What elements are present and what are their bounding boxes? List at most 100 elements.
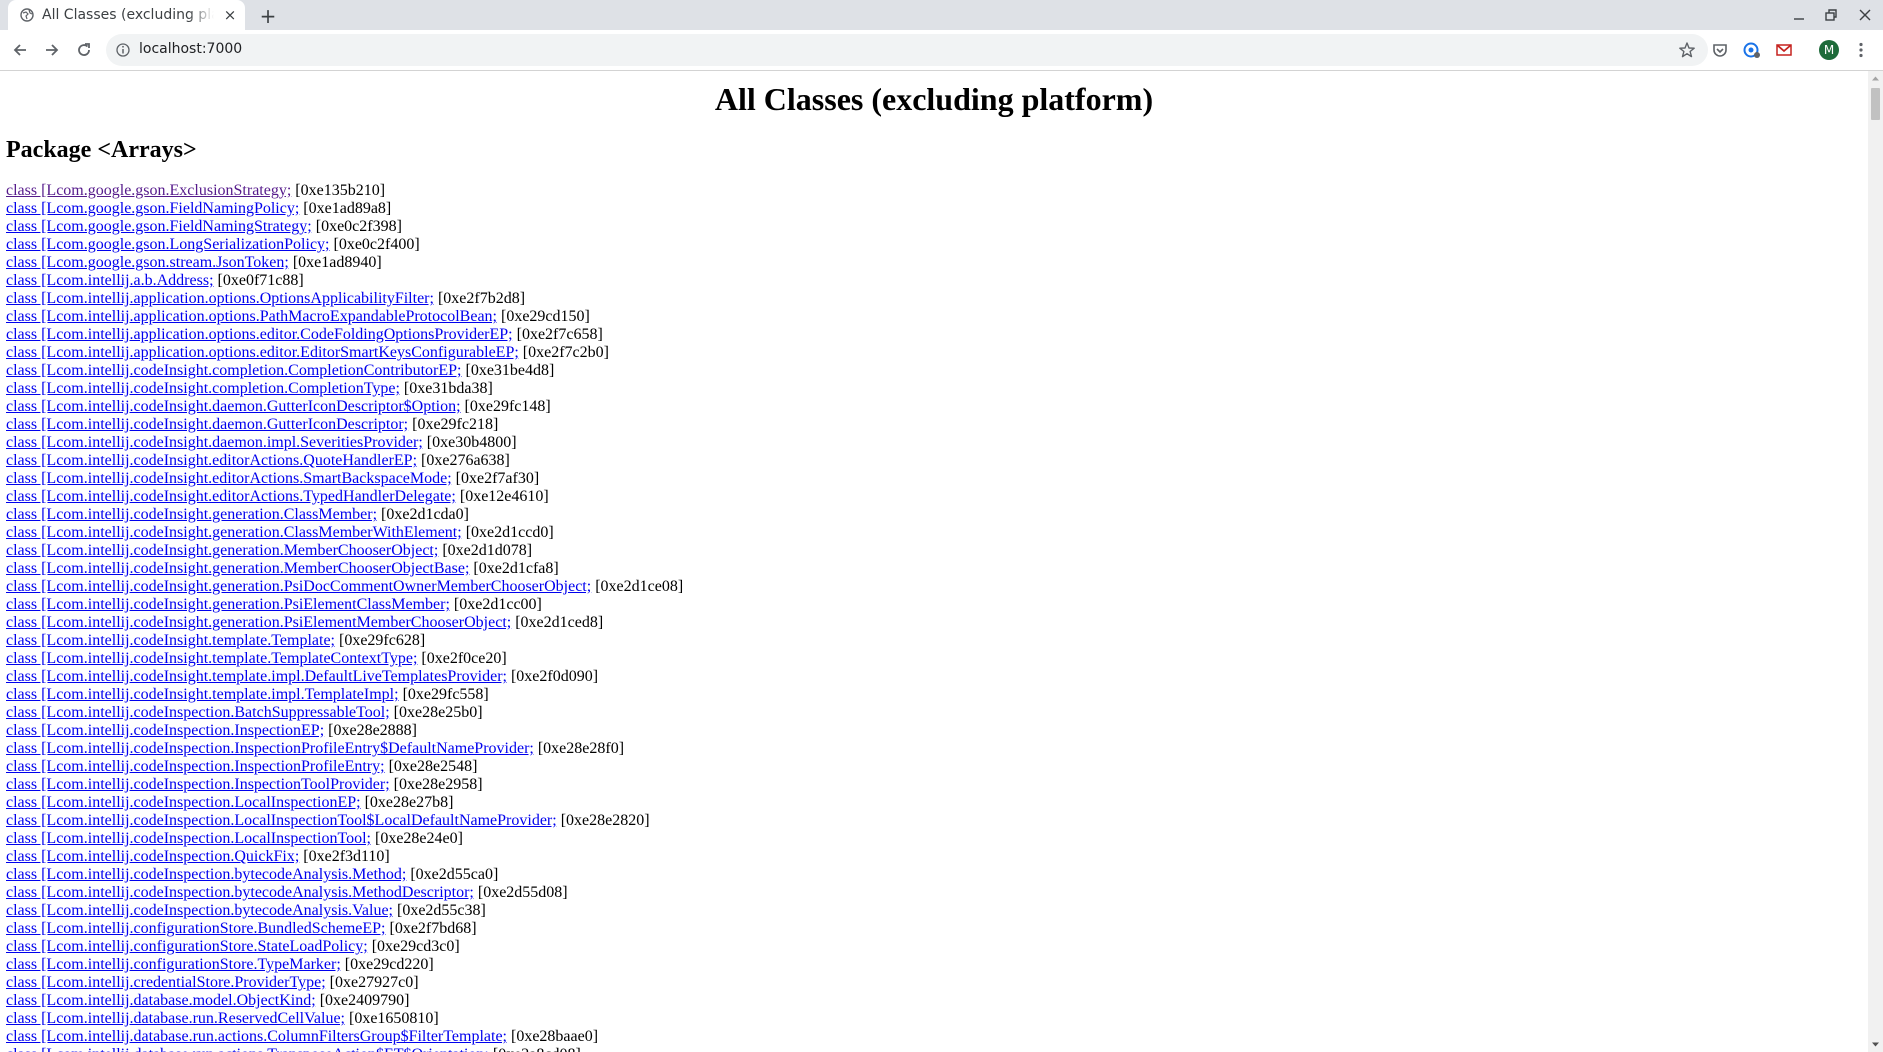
class-link[interactable]: class [Lcom.intellij.codeInsight.templat… bbox=[6, 686, 399, 703]
class-link[interactable]: class [Lcom.intellij.codeInsight.templat… bbox=[6, 650, 417, 667]
class-link[interactable]: class [Lcom.intellij.codeInspection.Insp… bbox=[6, 758, 385, 775]
list-item: class [Lcom.intellij.codeInsight.templat… bbox=[6, 632, 683, 650]
class-link[interactable]: class [Lcom.intellij.codeInspection.Batc… bbox=[6, 704, 390, 721]
class-link[interactable]: class [Lcom.google.gson.LongSerializatio… bbox=[6, 236, 330, 253]
profile-avatar[interactable]: M bbox=[1819, 40, 1839, 60]
class-link[interactable]: class [Lcom.intellij.codeInsight.daemon.… bbox=[6, 398, 461, 415]
browser-toolbar: localhost:7000 M bbox=[0, 30, 1883, 71]
class-address: [0xe28e28f0] bbox=[533, 740, 625, 757]
class-address: [0xe2f7c658] bbox=[512, 326, 603, 343]
list-item: class [Lcom.intellij.codeInsight.generat… bbox=[6, 596, 683, 614]
class-address: [0xe28e2958] bbox=[389, 776, 483, 793]
class-link[interactable]: class [Lcom.intellij.configurationStore.… bbox=[6, 938, 368, 955]
class-link[interactable]: class [Lcom.google.gson.stream.JsonToken… bbox=[6, 254, 289, 271]
class-address: [0xe2d1ced8] bbox=[511, 614, 604, 631]
scroll-down-arrow-icon[interactable] bbox=[1868, 1037, 1883, 1052]
page-content: All Classes (excluding platform) Package… bbox=[0, 71, 1868, 1052]
class-link[interactable]: class [Lcom.google.gson.ExclusionStrateg… bbox=[6, 182, 291, 199]
list-item: class [Lcom.intellij.codeInsight.templat… bbox=[6, 668, 683, 686]
class-link[interactable]: class [Lcom.intellij.codeInsight.generat… bbox=[6, 614, 511, 631]
scrollbar-thumb[interactable] bbox=[1871, 88, 1880, 120]
class-link[interactable]: class [Lcom.intellij.codeInspection.Insp… bbox=[6, 776, 390, 793]
list-item: class [Lcom.intellij.codeInsight.templat… bbox=[6, 686, 683, 704]
class-link[interactable]: class [Lcom.intellij.codeInsight.generat… bbox=[6, 596, 450, 613]
list-item: class [Lcom.google.gson.stream.JsonToken… bbox=[6, 254, 683, 272]
class-link[interactable]: class [Lcom.intellij.codeInsight.generat… bbox=[6, 560, 469, 577]
extension-icon[interactable] bbox=[1742, 40, 1762, 60]
list-item: class [Lcom.intellij.application.options… bbox=[6, 344, 683, 362]
class-link[interactable]: class [Lcom.intellij.codeInsight.templat… bbox=[6, 668, 507, 685]
class-link[interactable]: class [Lcom.intellij.application.options… bbox=[6, 290, 434, 307]
class-link[interactable]: class [Lcom.intellij.codeInsight.editorA… bbox=[6, 488, 456, 505]
class-link[interactable]: class [Lcom.intellij.database.run.Reserv… bbox=[6, 1010, 345, 1027]
class-address: [0xe2a8cd08] bbox=[489, 1046, 581, 1052]
list-item: class [Lcom.intellij.application.options… bbox=[6, 326, 683, 344]
class-link[interactable]: class [Lcom.intellij.codeInspection.Loca… bbox=[6, 794, 361, 811]
class-link[interactable]: class [Lcom.intellij.codeInsight.templat… bbox=[6, 632, 335, 649]
star-icon[interactable] bbox=[1678, 41, 1696, 59]
class-link[interactable]: class [Lcom.intellij.database.model.Obje… bbox=[6, 992, 316, 1009]
class-link[interactable]: class [Lcom.intellij.codeInsight.generat… bbox=[6, 542, 438, 559]
class-address: [0xe2d55d08] bbox=[473, 884, 568, 901]
class-link[interactable]: class [Lcom.intellij.codeInsight.daemon.… bbox=[6, 416, 408, 433]
list-item: class [Lcom.intellij.codeInspection.Loca… bbox=[6, 830, 683, 848]
reload-icon[interactable] bbox=[74, 40, 94, 60]
menu-icon[interactable] bbox=[1851, 40, 1871, 60]
class-link[interactable]: class [Lcom.intellij.a.b.Address; bbox=[6, 272, 214, 289]
class-address: [0xe2d1cfa8] bbox=[469, 560, 559, 577]
list-item: class [Lcom.intellij.configurationStore.… bbox=[6, 938, 683, 956]
new-tab-button[interactable]: + bbox=[257, 5, 279, 27]
class-link[interactable]: class [Lcom.google.gson.FieldNamingPolic… bbox=[6, 200, 299, 217]
list-item: class [Lcom.intellij.codeInsight.generat… bbox=[6, 524, 683, 542]
back-icon[interactable] bbox=[10, 40, 30, 60]
class-link[interactable]: class [Lcom.intellij.codeInspection.Loca… bbox=[6, 812, 557, 829]
class-link[interactable]: class [Lcom.intellij.codeInsight.editorA… bbox=[6, 470, 452, 487]
class-link[interactable]: class [Lcom.google.gson.FieldNamingStrat… bbox=[6, 218, 312, 235]
class-link[interactable]: class [Lcom.intellij.configurationStore.… bbox=[6, 956, 341, 973]
class-link[interactable]: class [Lcom.intellij.codeInspection.Insp… bbox=[6, 740, 534, 757]
address-bar[interactable]: localhost:7000 bbox=[106, 34, 1708, 66]
minimize-icon[interactable] bbox=[1788, 4, 1810, 26]
info-icon[interactable] bbox=[116, 43, 130, 57]
class-link[interactable]: class [Lcom.intellij.codeInsight.generat… bbox=[6, 506, 377, 523]
page-title: All Classes (excluding platform) bbox=[714, 81, 1154, 117]
class-link[interactable]: class [Lcom.intellij.codeInspection.Insp… bbox=[6, 722, 324, 739]
class-link[interactable]: class [Lcom.intellij.database.run.action… bbox=[6, 1028, 507, 1045]
class-address: [0xe2d1cda0] bbox=[377, 506, 469, 523]
class-address: [0xe29fc628] bbox=[335, 632, 426, 649]
scroll-up-arrow-icon[interactable] bbox=[1868, 71, 1883, 86]
class-link[interactable]: class [Lcom.intellij.application.options… bbox=[6, 308, 497, 325]
class-link[interactable]: class [Lcom.intellij.codeInspection.byte… bbox=[6, 902, 393, 919]
class-address: [0xe1ad89a8] bbox=[299, 200, 392, 217]
class-link[interactable]: class [Lcom.intellij.codeInspection.Loca… bbox=[6, 830, 371, 847]
class-link[interactable]: class [Lcom.intellij.application.options… bbox=[6, 326, 513, 343]
class-link[interactable]: class [Lcom.intellij.codeInsight.generat… bbox=[6, 578, 591, 595]
class-link[interactable]: class [Lcom.intellij.codeInsight.daemon.… bbox=[6, 434, 423, 451]
class-link[interactable]: class [Lcom.intellij.configurationStore.… bbox=[6, 920, 385, 937]
close-icon[interactable] bbox=[1854, 4, 1876, 26]
url-text[interactable]: localhost:7000 bbox=[139, 41, 242, 57]
class-link[interactable]: class [Lcom.intellij.codeInsight.generat… bbox=[6, 524, 462, 541]
pocket-icon[interactable] bbox=[1710, 40, 1730, 60]
browser-tab[interactable]: All Classes (excluding platform) × bbox=[8, 0, 245, 30]
browser-tab-strip: All Classes (excluding platform) × + bbox=[0, 0, 1883, 30]
class-link[interactable]: class [Lcom.intellij.codeInsight.complet… bbox=[6, 380, 400, 397]
forward-icon[interactable] bbox=[42, 40, 62, 60]
class-link[interactable]: class [Lcom.intellij.codeInsight.editorA… bbox=[6, 452, 417, 469]
class-link[interactable]: class [Lcom.intellij.database.run.action… bbox=[6, 1046, 489, 1052]
class-address: [0xe2f7bd68] bbox=[385, 920, 477, 937]
gmail-icon[interactable] bbox=[1774, 40, 1794, 60]
class-link[interactable]: class [Lcom.intellij.codeInspection.Quic… bbox=[6, 848, 299, 865]
list-item: class [Lcom.intellij.codeInsight.generat… bbox=[6, 542, 683, 560]
class-link[interactable]: class [Lcom.intellij.application.options… bbox=[6, 344, 519, 361]
restore-icon[interactable] bbox=[1820, 4, 1842, 26]
class-address: [0xe276a638] bbox=[417, 452, 510, 469]
class-link[interactable]: class [Lcom.intellij.codeInspection.byte… bbox=[6, 866, 406, 883]
class-link[interactable]: class [Lcom.intellij.codeInspection.byte… bbox=[6, 884, 474, 901]
vertical-scrollbar[interactable] bbox=[1868, 71, 1883, 1052]
tab-close-icon[interactable]: × bbox=[222, 7, 238, 23]
class-link[interactable]: class [Lcom.intellij.codeInsight.complet… bbox=[6, 362, 462, 379]
class-link[interactable]: class [Lcom.intellij.credentialStore.Pro… bbox=[6, 974, 326, 991]
list-item: class [Lcom.intellij.codeInspection.Insp… bbox=[6, 776, 683, 794]
globe-icon bbox=[20, 8, 34, 22]
